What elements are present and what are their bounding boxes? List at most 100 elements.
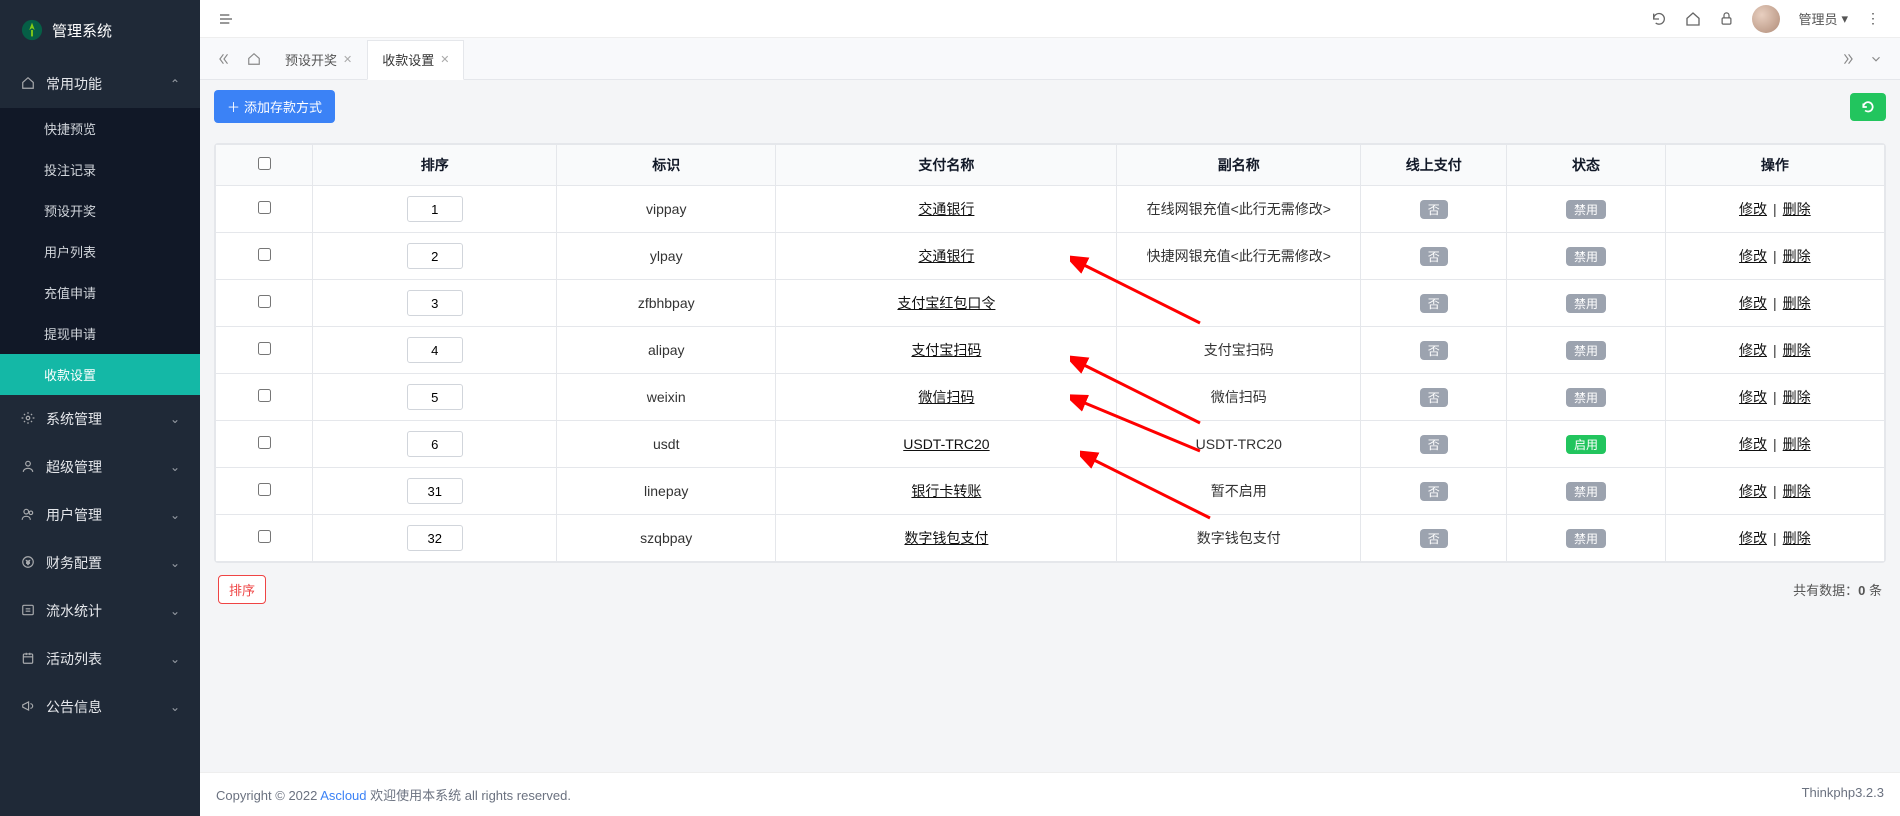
payname-link[interactable]: 交通银行 xyxy=(918,248,974,264)
tabs-next-icon[interactable] xyxy=(1834,45,1862,73)
status-badge[interactable]: 禁用 xyxy=(1566,529,1606,548)
reload-button[interactable] xyxy=(1850,93,1886,121)
online-badge[interactable]: 否 xyxy=(1420,388,1448,407)
delete-link[interactable]: 删除 xyxy=(1783,340,1811,360)
sort-input[interactable] xyxy=(407,243,463,269)
online-badge[interactable]: 否 xyxy=(1420,435,1448,454)
row-checkbox[interactable] xyxy=(258,201,271,214)
payname-link[interactable]: 交通银行 xyxy=(918,201,974,217)
subname-cell: 微信扫码 xyxy=(1117,374,1361,421)
sidebar-item[interactable]: 预设开奖 xyxy=(0,190,200,231)
payname-link[interactable]: 微信扫码 xyxy=(918,389,974,405)
edit-link[interactable]: 修改 xyxy=(1739,434,1767,454)
row-checkbox[interactable] xyxy=(258,342,271,355)
sidebar-item[interactable]: 充值申请 xyxy=(0,272,200,313)
close-icon[interactable]: ✕ xyxy=(343,53,352,66)
status-badge[interactable]: 禁用 xyxy=(1566,200,1606,219)
edit-link[interactable]: 修改 xyxy=(1739,246,1767,266)
status-badge[interactable]: 禁用 xyxy=(1566,388,1606,407)
table-row: ylpay交通银行快捷网银充值<此行无需修改>否禁用修改|删除 xyxy=(216,233,1885,280)
payname-link[interactable]: 数字钱包支付 xyxy=(904,530,988,546)
add-deposit-method-button[interactable]: ＋ 添加存款方式 xyxy=(214,90,335,123)
sidebar-item[interactable]: 快捷预览 xyxy=(0,108,200,149)
table-header-row: 排序 标识 支付名称 副名称 线上支付 状态 操作 xyxy=(216,145,1885,186)
subname-cell: USDT-TRC20 xyxy=(1117,421,1361,468)
delete-link[interactable]: 删除 xyxy=(1783,246,1811,266)
sidebar-item[interactable]: 提现申请 xyxy=(0,313,200,354)
edit-link[interactable]: 修改 xyxy=(1739,340,1767,360)
chevron-down-icon: ⌄ xyxy=(170,508,180,522)
online-badge[interactable]: 否 xyxy=(1420,294,1448,313)
sidebar-group-finance[interactable]: ¥财务配置⌄ xyxy=(0,539,200,587)
delete-link[interactable]: 删除 xyxy=(1783,199,1811,219)
tab[interactable]: 预设开奖✕ xyxy=(270,40,367,80)
row-checkbox[interactable] xyxy=(258,530,271,543)
tabs-menu-icon[interactable] xyxy=(1862,45,1890,73)
sidebar-group-system[interactable]: 系统管理⌄ xyxy=(0,395,200,443)
payment-table: 排序 标识 支付名称 副名称 线上支付 状态 操作 vippay交通银行在线网银… xyxy=(215,144,1885,562)
menu-toggle-icon[interactable] xyxy=(218,11,234,27)
sort-input[interactable] xyxy=(407,431,463,457)
footer-brand-link[interactable]: Ascloud xyxy=(320,788,366,803)
payname-link[interactable]: 支付宝扫码 xyxy=(911,342,981,358)
more-icon[interactable]: ⋮ xyxy=(1866,10,1882,27)
online-badge[interactable]: 否 xyxy=(1420,482,1448,501)
status-badge[interactable]: 启用 xyxy=(1566,435,1606,454)
edit-link[interactable]: 修改 xyxy=(1739,481,1767,501)
sidebar-group-label: 超级管理 xyxy=(46,457,102,477)
row-checkbox[interactable] xyxy=(258,295,271,308)
sort-input[interactable] xyxy=(407,290,463,316)
user-menu[interactable]: 管理员 ▾ xyxy=(1798,9,1848,28)
status-badge[interactable]: 禁用 xyxy=(1566,341,1606,360)
sidebar-group-user[interactable]: 用户管理⌄ xyxy=(0,491,200,539)
online-badge[interactable]: 否 xyxy=(1420,247,1448,266)
edit-link[interactable]: 修改 xyxy=(1739,293,1767,313)
delete-link[interactable]: 删除 xyxy=(1783,293,1811,313)
sidebar-item[interactable]: 用户列表 xyxy=(0,231,200,272)
select-all-checkbox[interactable] xyxy=(258,157,271,170)
payname-link[interactable]: 银行卡转账 xyxy=(911,483,981,499)
lock-icon[interactable] xyxy=(1719,11,1734,26)
sidebar-group-flow[interactable]: 流水统计⌄ xyxy=(0,587,200,635)
sort-input[interactable] xyxy=(407,337,463,363)
payname-link[interactable]: USDT-TRC20 xyxy=(903,436,989,452)
col-online: 线上支付 xyxy=(1361,145,1507,186)
row-checkbox[interactable] xyxy=(258,436,271,449)
sort-input[interactable] xyxy=(407,196,463,222)
sort-input[interactable] xyxy=(407,478,463,504)
sidebar-group-common[interactable]: 常用功能⌃ xyxy=(0,60,200,108)
online-badge[interactable]: 否 xyxy=(1420,529,1448,548)
edit-link[interactable]: 修改 xyxy=(1739,528,1767,548)
delete-link[interactable]: 删除 xyxy=(1783,481,1811,501)
delete-link[interactable]: 删除 xyxy=(1783,434,1811,454)
refresh-icon[interactable] xyxy=(1651,11,1667,27)
online-badge[interactable]: 否 xyxy=(1420,341,1448,360)
row-checkbox[interactable] xyxy=(258,248,271,261)
sidebar-group-activity[interactable]: 活动列表⌄ xyxy=(0,635,200,683)
sort-input[interactable] xyxy=(407,525,463,551)
row-checkbox[interactable] xyxy=(258,483,271,496)
payname-link[interactable]: 支付宝红包口令 xyxy=(897,295,995,311)
sidebar-item[interactable]: 投注记录 xyxy=(0,149,200,190)
sidebar-group-announce[interactable]: 公告信息⌄ xyxy=(0,683,200,731)
row-checkbox[interactable] xyxy=(258,389,271,402)
tabs-prev-icon[interactable] xyxy=(210,45,238,73)
online-badge[interactable]: 否 xyxy=(1420,200,1448,219)
avatar[interactable] xyxy=(1752,5,1780,33)
tab-home-icon[interactable] xyxy=(240,45,268,73)
status-badge[interactable]: 禁用 xyxy=(1566,482,1606,501)
sort-input[interactable] xyxy=(407,384,463,410)
sidebar-item[interactable]: 收款设置 xyxy=(0,354,200,395)
close-icon[interactable]: ✕ xyxy=(440,53,449,66)
delete-link[interactable]: 删除 xyxy=(1783,387,1811,407)
sidebar-group-super[interactable]: 超级管理⌄ xyxy=(0,443,200,491)
delete-link[interactable]: 删除 xyxy=(1783,528,1811,548)
home-icon[interactable] xyxy=(1685,11,1701,27)
status-badge[interactable]: 禁用 xyxy=(1566,247,1606,266)
sort-button[interactable]: 排序 xyxy=(218,575,266,604)
tab[interactable]: 收款设置✕ xyxy=(367,40,464,80)
edit-link[interactable]: 修改 xyxy=(1739,199,1767,219)
col-payname: 支付名称 xyxy=(776,145,1117,186)
status-badge[interactable]: 禁用 xyxy=(1566,294,1606,313)
edit-link[interactable]: 修改 xyxy=(1739,387,1767,407)
